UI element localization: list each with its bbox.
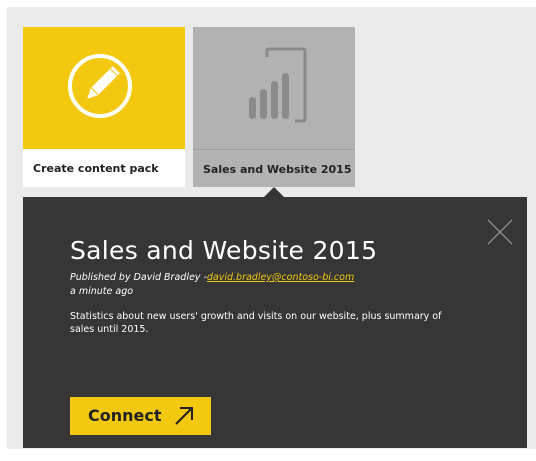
panel-title: Sales and Website 2015 (70, 236, 378, 265)
selection-pointer (264, 187, 284, 197)
tile-footer: Create content pack (23, 149, 185, 187)
tile-image (23, 27, 185, 149)
publisher-email-link[interactable]: david.bradley@contoso-bi.com (207, 272, 354, 283)
published-by-text: Published by David Bradley - (70, 272, 207, 283)
connect-button[interactable]: Connect (70, 397, 211, 435)
content-pack-gallery: Create content pack Sales and Website 20… (7, 7, 536, 449)
published-time: a minute ago (70, 286, 134, 297)
tile-footer: Sales and Website 2015 (193, 149, 355, 187)
sales-website-2015-tile[interactable]: Sales and Website 2015 (193, 27, 355, 187)
report-icon (249, 47, 307, 123)
tile-label: Create content pack (33, 162, 159, 175)
publisher-line: Published by David Bradley -david.bradle… (70, 272, 354, 283)
pencil-icon (68, 54, 132, 118)
create-content-pack-tile[interactable]: Create content pack (23, 27, 185, 187)
arrow-up-right-icon (175, 407, 193, 425)
connect-label: Connect (88, 406, 162, 425)
content-pack-detail-panel: Sales and Website 2015 Published by Davi… (23, 197, 527, 448)
close-icon[interactable] (487, 219, 513, 245)
tile-image (193, 27, 355, 149)
tile-label: Sales and Website 2015 (203, 163, 352, 176)
pack-description: Statistics about new users' growth and v… (70, 311, 442, 335)
